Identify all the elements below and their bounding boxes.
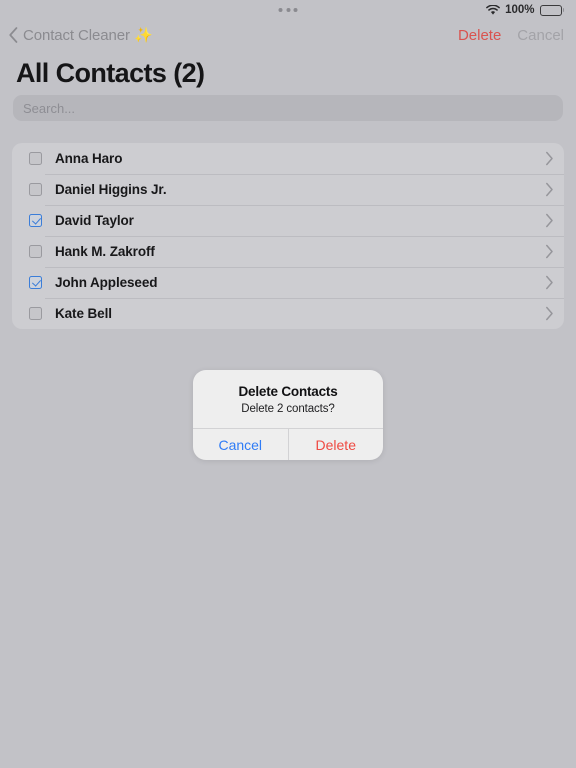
contact-list: Anna Haro Daniel Higgins Jr. David Taylo… [12,143,564,329]
contact-checkbox[interactable] [29,183,42,196]
table-row[interactable]: David Taylor [12,205,564,236]
contact-name-label: Kate Bell [55,306,112,321]
multitask-dot [293,8,298,12]
battery-cap [562,8,564,12]
alert-delete-button[interactable]: Delete [287,429,384,460]
alert-button-row: Cancel Delete [193,428,383,460]
contact-checkbox[interactable] [29,276,42,289]
table-row[interactable]: Anna Haro [12,143,564,174]
multitask-dot [286,8,290,12]
navigation-actions: Delete Cancel [458,27,564,44]
status-bar-right: 100% [486,4,564,16]
status-bar: 100% [0,0,576,20]
search-bar-container: Search... [0,95,576,121]
multitask-dot [278,8,283,12]
table-row[interactable]: John Appleseed [12,267,564,298]
table-row[interactable]: Hank M. Zakroff [12,236,564,267]
back-button[interactable]: Contact Cleaner ✨ [8,26,153,44]
chevron-right-icon [546,244,553,259]
chevron-right-icon [546,275,553,290]
contact-name-label: John Appleseed [55,275,158,290]
contact-checkbox[interactable] [29,307,42,320]
alert-content: Delete Contacts Delete 2 contacts? [193,370,383,428]
multitask-dots-icon[interactable] [278,8,298,12]
contact-checkbox[interactable] [29,214,42,227]
search-placeholder: Search... [23,100,76,116]
battery-full-icon [539,4,564,16]
search-input[interactable]: Search... [13,95,563,121]
alert-title: Delete Contacts [238,384,338,399]
wifi-icon [486,4,500,15]
contact-checkbox[interactable] [29,152,42,165]
battery-percent-label: 100% [505,4,535,16]
chevron-right-icon [546,182,553,197]
back-button-label: Contact Cleaner ✨ [23,27,153,44]
chevron-right-icon [546,151,553,166]
alert-message: Delete 2 contacts? [241,403,335,415]
nav-delete-button[interactable]: Delete [458,27,501,44]
chevron-left-icon [9,27,18,43]
battery-body [539,4,562,16]
contact-checkbox[interactable] [29,245,42,258]
page-title: All Contacts (2) [16,58,205,88]
table-row[interactable]: Daniel Higgins Jr. [12,174,564,205]
contact-name-label: Anna Haro [55,151,123,166]
alert-cancel-button[interactable]: Cancel [193,429,288,460]
navigation-bar: Contact Cleaner ✨ Delete Cancel [0,20,576,50]
contact-name-label: Hank M. Zakroff [55,244,155,259]
contact-name-label: David Taylor [55,213,134,228]
nav-cancel-button[interactable]: Cancel [517,27,564,44]
chevron-right-icon [546,306,553,321]
table-row[interactable]: Kate Bell [12,298,564,329]
delete-contacts-alert: Delete Contacts Delete 2 contacts? Cance… [193,370,383,460]
contact-list-container: Anna Haro Daniel Higgins Jr. David Taylo… [0,121,576,329]
contact-name-label: Daniel Higgins Jr. [55,182,167,197]
chevron-right-icon [546,213,553,228]
